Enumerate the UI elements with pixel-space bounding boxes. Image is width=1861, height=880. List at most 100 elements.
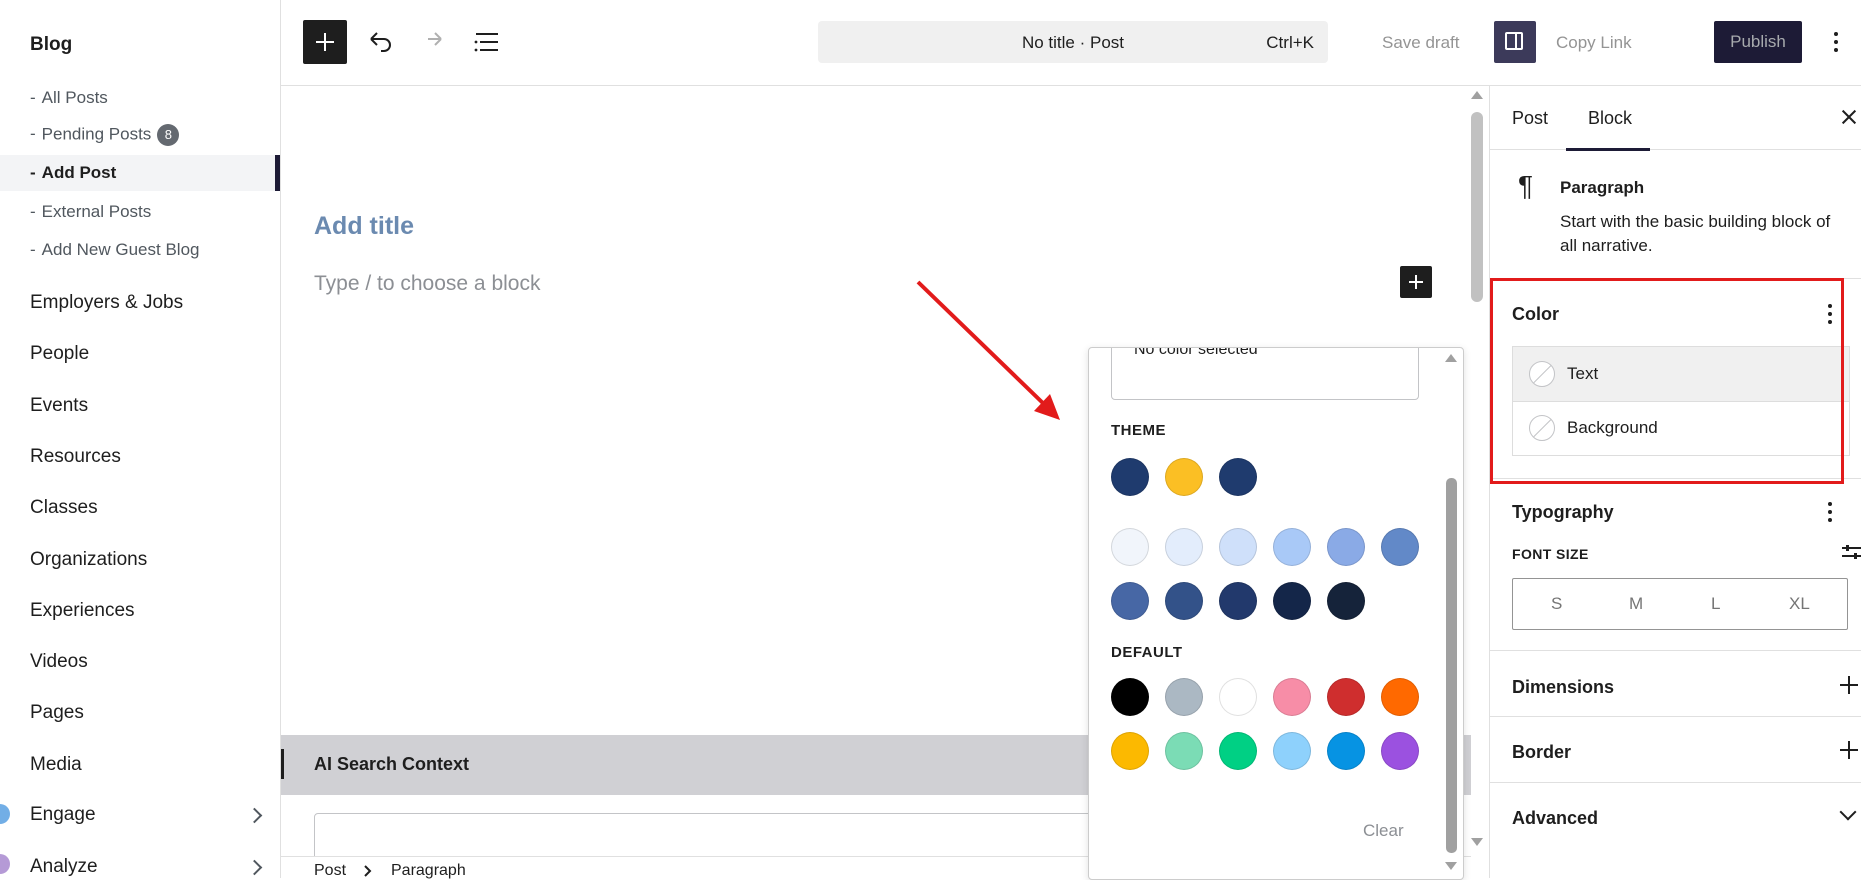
engage-icon (0, 804, 10, 824)
shade-color-swatch[interactable] (1327, 582, 1365, 620)
chevron-down-icon[interactable] (1839, 803, 1857, 821)
undo-icon (370, 32, 391, 52)
default-color-swatch[interactable] (1165, 732, 1203, 770)
close-icon[interactable] (1840, 108, 1858, 126)
popover-scrollbar-thumb[interactable] (1446, 478, 1457, 853)
sidebar-item-add-post[interactable]: - Add Post (0, 155, 280, 191)
tab-block[interactable]: Block (1588, 108, 1632, 129)
default-color-swatch[interactable] (1111, 732, 1149, 770)
default-color-swatch[interactable] (1219, 678, 1257, 716)
shade-color-swatch[interactable] (1219, 528, 1257, 566)
sidebar-item-organizations[interactable]: Organizations (30, 549, 147, 571)
shade-color-swatch[interactable] (1381, 528, 1419, 566)
editor-scrollbar-thumb[interactable] (1471, 112, 1483, 302)
dimensions-add-icon[interactable] (1840, 676, 1858, 694)
sidebar-item-engage[interactable]: Engage (0, 802, 280, 828)
theme-color-swatch[interactable] (1165, 458, 1203, 496)
border-add-icon[interactable] (1840, 741, 1858, 759)
sidebar-item-pending-posts[interactable]: - Pending Posts 8 (30, 124, 180, 146)
undo-button[interactable] (357, 20, 401, 64)
sidebar-item-label: Add New Guest Blog (41, 240, 200, 259)
shade-color-swatch[interactable] (1111, 528, 1149, 566)
sidebar-item-videos[interactable]: Videos (30, 651, 88, 673)
shade-color-swatch[interactable] (1111, 582, 1149, 620)
breadcrumb-paragraph[interactable]: Paragraph (391, 862, 466, 880)
document-overview-button[interactable] (465, 20, 509, 64)
copy-link-button[interactable]: Copy Link (1556, 33, 1632, 53)
sidebar-item-analyze[interactable]: Analyze (0, 852, 280, 878)
default-color-swatch[interactable] (1327, 678, 1365, 716)
sidebar-item-classes[interactable]: Classes (30, 497, 98, 519)
chevron-right-icon (246, 807, 263, 824)
scroll-up-arrow[interactable] (1471, 91, 1483, 99)
redo-button[interactable] (411, 20, 455, 64)
sidebar-item-label: All Posts (41, 88, 108, 107)
background-color-label: Background (1567, 418, 1658, 437)
default-color-swatch[interactable] (1381, 678, 1419, 716)
post-title-input[interactable]: Add title (314, 212, 414, 241)
sidebar-item-employers-jobs[interactable]: Employers & Jobs (30, 292, 183, 314)
shade-color-swatch[interactable] (1165, 582, 1203, 620)
scroll-down-arrow[interactable] (1471, 838, 1483, 846)
command-palette-bar[interactable]: No title · Post Ctrl+K (818, 21, 1328, 63)
tab-post[interactable]: Post (1512, 108, 1548, 129)
font-size-s[interactable]: S (1551, 594, 1562, 614)
inline-add-block-button[interactable] (1400, 266, 1432, 298)
sidebar-item-experiences[interactable]: Experiences (30, 600, 135, 622)
block-name: Paragraph (1560, 178, 1645, 197)
sidebar-item-media[interactable]: Media (30, 754, 82, 776)
text-color-button[interactable]: Text (1513, 347, 1849, 402)
default-color-swatch[interactable] (1381, 732, 1419, 770)
sidebar-item-resources[interactable]: Resources (30, 446, 121, 468)
list-view-icon (474, 33, 498, 52)
theme-color-swatch[interactable] (1219, 458, 1257, 496)
sidebar-item-all-posts[interactable]: - All Posts (30, 88, 108, 108)
font-size-xl[interactable]: XL (1789, 594, 1810, 614)
default-colors-label: DEFAULT (1111, 644, 1183, 661)
font-size-l[interactable]: L (1711, 594, 1720, 614)
sidebar-item-events[interactable]: Events (30, 395, 88, 417)
advanced-section-title[interactable]: Advanced (1512, 808, 1598, 829)
sidebar-item-add-guest-blog[interactable]: - Add New Guest Blog (30, 240, 199, 260)
shade-color-swatch[interactable] (1273, 582, 1311, 620)
background-color-button[interactable]: Background (1513, 401, 1849, 455)
publish-button[interactable]: Publish (1714, 21, 1802, 63)
shade-color-swatch[interactable] (1219, 582, 1257, 620)
default-color-swatch[interactable] (1219, 732, 1257, 770)
shade-color-swatch[interactable] (1165, 528, 1203, 566)
add-block-button[interactable] (303, 20, 347, 64)
theme-color-swatch[interactable] (1111, 458, 1149, 496)
shade-color-swatch[interactable] (1273, 528, 1311, 566)
shade-color-swatch[interactable] (1327, 528, 1365, 566)
dimensions-section-title[interactable]: Dimensions (1512, 677, 1614, 698)
active-tab-indicator (1566, 148, 1650, 151)
save-draft-button[interactable]: Save draft (1382, 33, 1460, 53)
sidebar-item-external-posts[interactable]: - External Posts (30, 202, 151, 222)
popover-scroll-down-arrow[interactable] (1445, 862, 1457, 870)
sidebar-item-pages[interactable]: Pages (30, 702, 84, 724)
default-color-swatch[interactable] (1273, 732, 1311, 770)
sidebar-item-people[interactable]: People (30, 343, 89, 365)
default-color-swatch[interactable] (1165, 678, 1203, 716)
breadcrumb-post[interactable]: Post (314, 862, 346, 880)
border-section-title[interactable]: Border (1512, 742, 1571, 763)
more-options-icon[interactable] (1834, 32, 1838, 56)
default-color-swatch[interactable] (1111, 678, 1149, 716)
settings-toggle-button[interactable] (1494, 21, 1536, 63)
typography-options-icon[interactable] (1828, 502, 1832, 526)
font-size-m[interactable]: M (1629, 594, 1643, 614)
sidebar-section-blog[interactable]: Blog (30, 34, 72, 56)
default-color-swatch[interactable] (1327, 732, 1365, 770)
clear-color-button[interactable]: Clear (1363, 821, 1404, 841)
font-size-picker: S M L XL (1512, 578, 1848, 630)
paragraph-icon: ¶ (1518, 170, 1534, 201)
paragraph-block-placeholder[interactable]: Type / to choose a block (314, 272, 540, 296)
no-color-icon (1529, 415, 1555, 441)
popover-scroll-up-arrow[interactable] (1445, 354, 1457, 362)
custom-size-sliders-icon[interactable] (1842, 544, 1861, 560)
divider (1490, 782, 1861, 783)
default-color-swatch[interactable] (1273, 678, 1311, 716)
sidebar-item-label: Pending Posts (41, 124, 152, 144)
color-options-icon[interactable] (1828, 304, 1832, 328)
sidebar-panel-icon (1505, 32, 1523, 50)
